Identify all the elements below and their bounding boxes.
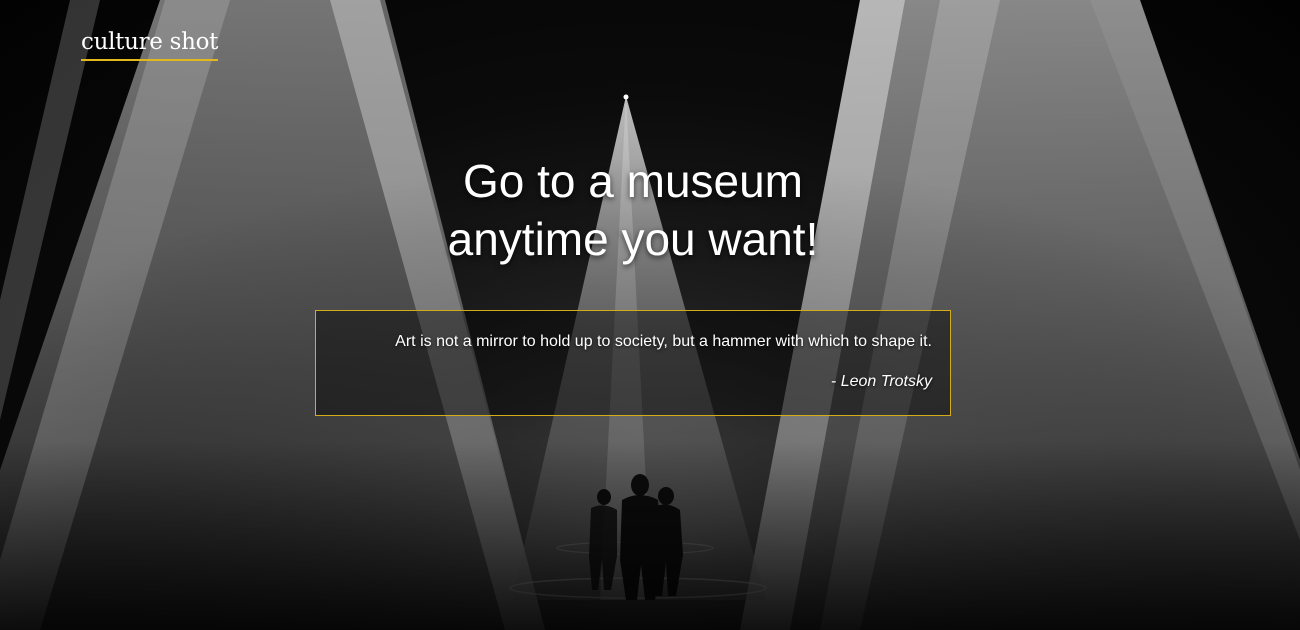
- quote-text: Art is not a mirror to hold up to societ…: [395, 333, 932, 350]
- headline-line-2: anytime you want!: [447, 213, 819, 265]
- hero-headline: Go to a museum anytime you want!: [300, 152, 966, 268]
- quote-author: - Leon Trotsky: [830, 373, 932, 390]
- quote-box: Art is not a mirror to hold up to societ…: [315, 310, 951, 416]
- headline-line-1: Go to a museum: [462, 155, 804, 207]
- site-logo-link[interactable]: culture shot: [81, 28, 218, 61]
- hero-section: culture shot Go to a museum anytime you …: [0, 0, 1300, 630]
